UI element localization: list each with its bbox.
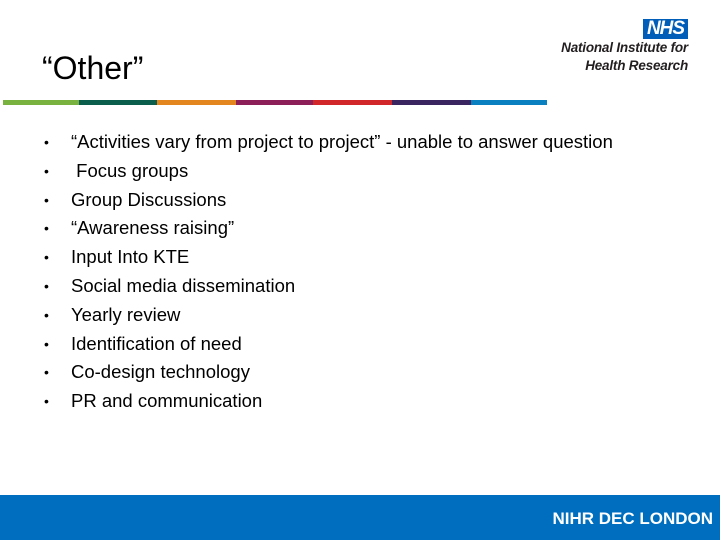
footer-bar: NIHR DEC LONDON bbox=[0, 495, 720, 540]
bullet-text: Yearly review bbox=[71, 303, 181, 325]
bullet-text: Social media dissemination bbox=[71, 274, 296, 296]
bullet-text: Identification of need bbox=[71, 332, 242, 354]
color-bar-segment-dark-purple bbox=[392, 100, 471, 105]
bullet-text: Group Discussions bbox=[71, 188, 227, 210]
color-bar-segment-red bbox=[313, 100, 392, 105]
logo-line-2: Health Research bbox=[585, 58, 688, 73]
nhs-logo-icon: NHS bbox=[643, 19, 688, 39]
color-bar-segment-green bbox=[3, 100, 79, 105]
bullet-icon: • bbox=[44, 162, 49, 179]
bullet-icon: • bbox=[44, 249, 49, 266]
color-bar-segment-dark-green bbox=[79, 100, 157, 105]
color-bar-segment-maroon bbox=[236, 100, 313, 105]
slide-title: “Other” bbox=[42, 50, 144, 86]
bullet-text: Co-design technology bbox=[71, 361, 250, 383]
bullet-icon: • bbox=[44, 364, 49, 381]
bullet-icon: • bbox=[44, 134, 49, 150]
bullet-text: “Awareness raising” bbox=[71, 217, 235, 239]
bullet-icon: • bbox=[44, 191, 49, 208]
bullet-text: Input Into KTE bbox=[71, 246, 190, 268]
bullet-icon: • bbox=[44, 335, 49, 352]
color-bar-segment-orange bbox=[157, 100, 236, 105]
bullet-icon: • bbox=[44, 393, 49, 410]
nihr-logo: NHS National Institute for Health Resear… bbox=[538, 18, 690, 78]
logo-line-1: National Institute for bbox=[561, 40, 688, 55]
color-bar-segment-blue bbox=[471, 100, 547, 105]
bullet-icon: • bbox=[44, 277, 49, 294]
bullet-icon: • bbox=[44, 306, 49, 323]
footer-text: NIHR DEC LONDON bbox=[552, 509, 713, 528]
bullet-text: “Activities vary from project to project… bbox=[71, 131, 613, 152]
bullet-text: Focus groups bbox=[71, 159, 189, 181]
color-bar bbox=[3, 100, 547, 105]
bullet-text: PR and communication bbox=[71, 390, 263, 412]
bullet-icon: • bbox=[44, 220, 49, 237]
